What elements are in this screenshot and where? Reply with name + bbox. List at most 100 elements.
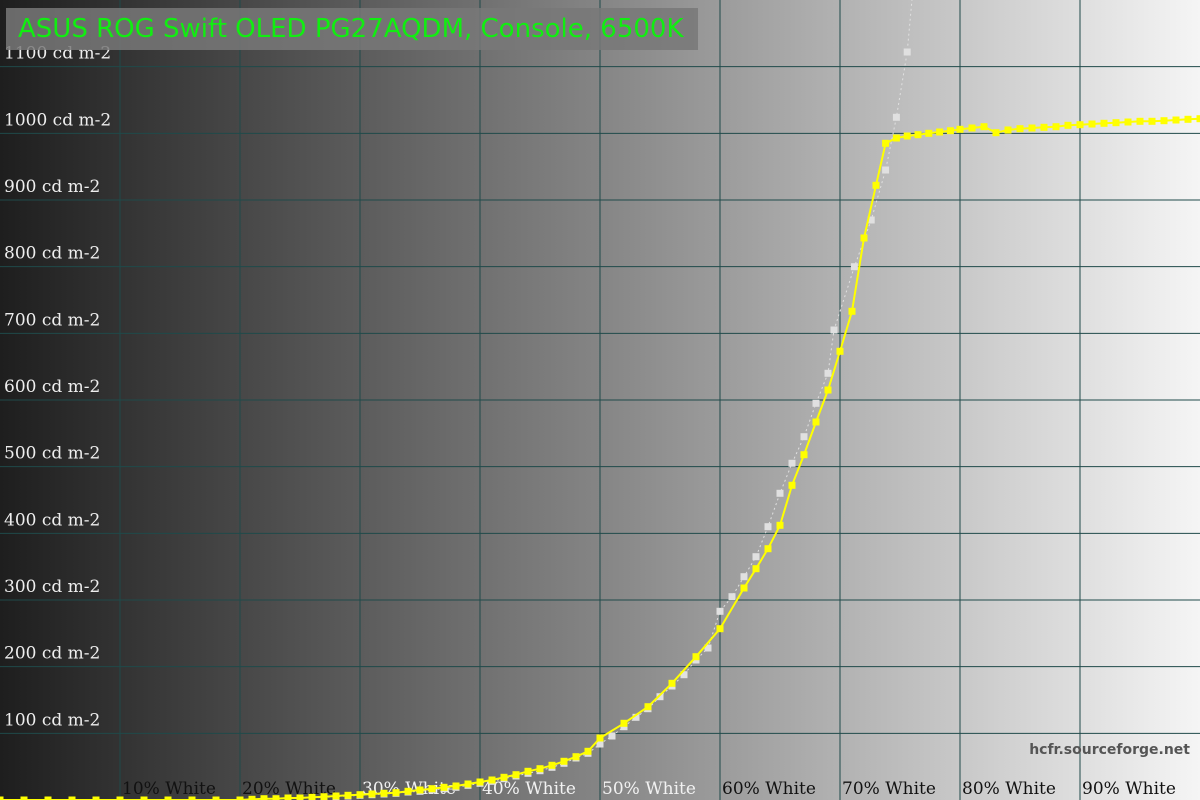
y-tick-label: 600 cd m-2 bbox=[4, 377, 100, 397]
measured-point bbox=[296, 794, 304, 800]
reference-point bbox=[764, 523, 772, 531]
x-axis-labels: 10% White20% White30% White40% White50% … bbox=[122, 779, 1176, 799]
x-tick-label: 50% White bbox=[602, 779, 696, 799]
reference-point bbox=[903, 48, 911, 56]
measured-point bbox=[1112, 119, 1120, 127]
x-tick-label: 70% White bbox=[842, 779, 936, 799]
reference-point bbox=[830, 326, 838, 334]
measured-point bbox=[1016, 125, 1024, 133]
reference-point bbox=[788, 459, 796, 467]
measured-point bbox=[882, 139, 890, 147]
measured-point bbox=[488, 776, 496, 784]
chart-title: ASUS ROG Swift OLED PG27AQDM, Console, 6… bbox=[6, 8, 698, 50]
luminance-chart: 100 cd m-2 200 cd m-2 300 cd m-2 400 cd m-2… bbox=[0, 0, 1200, 800]
measured-point bbox=[800, 451, 808, 459]
measured-point bbox=[368, 790, 376, 798]
measured-point bbox=[404, 787, 412, 795]
measured-point bbox=[20, 796, 28, 800]
measured-point bbox=[320, 793, 328, 800]
measured-point bbox=[500, 773, 508, 781]
reference-point bbox=[800, 433, 808, 441]
measured-point bbox=[1184, 115, 1192, 123]
reference-point bbox=[892, 113, 900, 121]
y-tick-label: 700 cd m-2 bbox=[4, 310, 100, 330]
watermark-text: hcfr.sourceforge.net bbox=[1029, 742, 1190, 758]
measured-point bbox=[332, 792, 340, 800]
measured-point bbox=[1172, 116, 1180, 124]
measured-point bbox=[1136, 117, 1144, 125]
measured-point bbox=[548, 761, 556, 769]
measured-point bbox=[140, 796, 148, 800]
measured-point bbox=[596, 734, 604, 742]
reference-point bbox=[716, 607, 724, 615]
measured-point bbox=[925, 129, 933, 137]
reference-point bbox=[728, 593, 736, 601]
measured-point bbox=[716, 625, 724, 633]
measured-point bbox=[476, 778, 484, 786]
measured-point bbox=[914, 131, 922, 139]
y-tick-label: 400 cd m-2 bbox=[4, 510, 100, 530]
measured-point bbox=[344, 791, 352, 799]
reference-point bbox=[824, 369, 832, 377]
reference-point bbox=[752, 553, 760, 561]
measured-point bbox=[946, 127, 954, 135]
reference-point bbox=[740, 573, 748, 581]
measured-point bbox=[1004, 126, 1012, 134]
y-tick-label: 500 cd m-2 bbox=[4, 444, 100, 464]
x-tick-label: 10% White bbox=[122, 779, 216, 799]
measured-point bbox=[512, 771, 520, 779]
reference-point bbox=[776, 489, 784, 497]
x-tick-label: 90% White bbox=[1082, 779, 1176, 799]
y-tick-label: 900 cd m-2 bbox=[4, 177, 100, 197]
measured-point bbox=[1124, 118, 1132, 126]
chart-stage: 100 cd m-2 200 cd m-2 300 cd m-2 400 cd m-2… bbox=[0, 0, 1200, 800]
measured-point bbox=[824, 386, 832, 394]
measured-point bbox=[992, 129, 1000, 137]
measured-point bbox=[872, 181, 880, 189]
measured-point bbox=[860, 234, 868, 242]
measured-point bbox=[1076, 121, 1084, 129]
measured-point bbox=[236, 796, 244, 800]
measured-point bbox=[620, 719, 628, 727]
measured-point bbox=[272, 795, 280, 800]
measured-point bbox=[380, 789, 388, 797]
measured-point bbox=[1040, 123, 1048, 131]
measured-point bbox=[644, 703, 652, 711]
measured-point bbox=[260, 795, 268, 800]
measured-point bbox=[1088, 120, 1096, 128]
measured-point bbox=[44, 796, 52, 800]
measured-point bbox=[440, 783, 448, 791]
reference-point bbox=[850, 263, 858, 271]
measured-point bbox=[776, 521, 784, 529]
measured-point bbox=[392, 789, 400, 797]
measured-point bbox=[740, 584, 748, 592]
reference-point bbox=[882, 166, 890, 174]
y-tick-label: 200 cd m-2 bbox=[4, 644, 100, 664]
measured-point bbox=[692, 653, 700, 661]
measured-point bbox=[764, 545, 772, 553]
measured-point bbox=[584, 747, 592, 755]
measured-point bbox=[416, 786, 424, 794]
measured-point bbox=[1160, 117, 1168, 125]
measured-point bbox=[1028, 124, 1036, 132]
reference-point bbox=[608, 732, 616, 740]
measured-point bbox=[836, 347, 844, 355]
measured-point bbox=[892, 134, 900, 142]
measured-point bbox=[92, 796, 100, 800]
measured-point bbox=[284, 794, 292, 800]
measured-point bbox=[452, 782, 460, 790]
measured-point bbox=[464, 780, 472, 788]
y-tick-label: 100 cd m-2 bbox=[4, 710, 100, 730]
measured-point bbox=[536, 765, 544, 773]
measured-point bbox=[248, 795, 256, 800]
x-tick-label: 80% White bbox=[962, 779, 1056, 799]
measured-point bbox=[980, 123, 988, 131]
measured-point bbox=[560, 757, 568, 765]
measured-point bbox=[116, 796, 124, 800]
x-tick-label: 60% White bbox=[722, 779, 816, 799]
measured-point bbox=[188, 796, 196, 800]
measured-point bbox=[968, 124, 976, 132]
measured-point bbox=[1052, 123, 1060, 131]
y-tick-label: 800 cd m-2 bbox=[4, 244, 100, 264]
measured-point bbox=[936, 128, 944, 136]
